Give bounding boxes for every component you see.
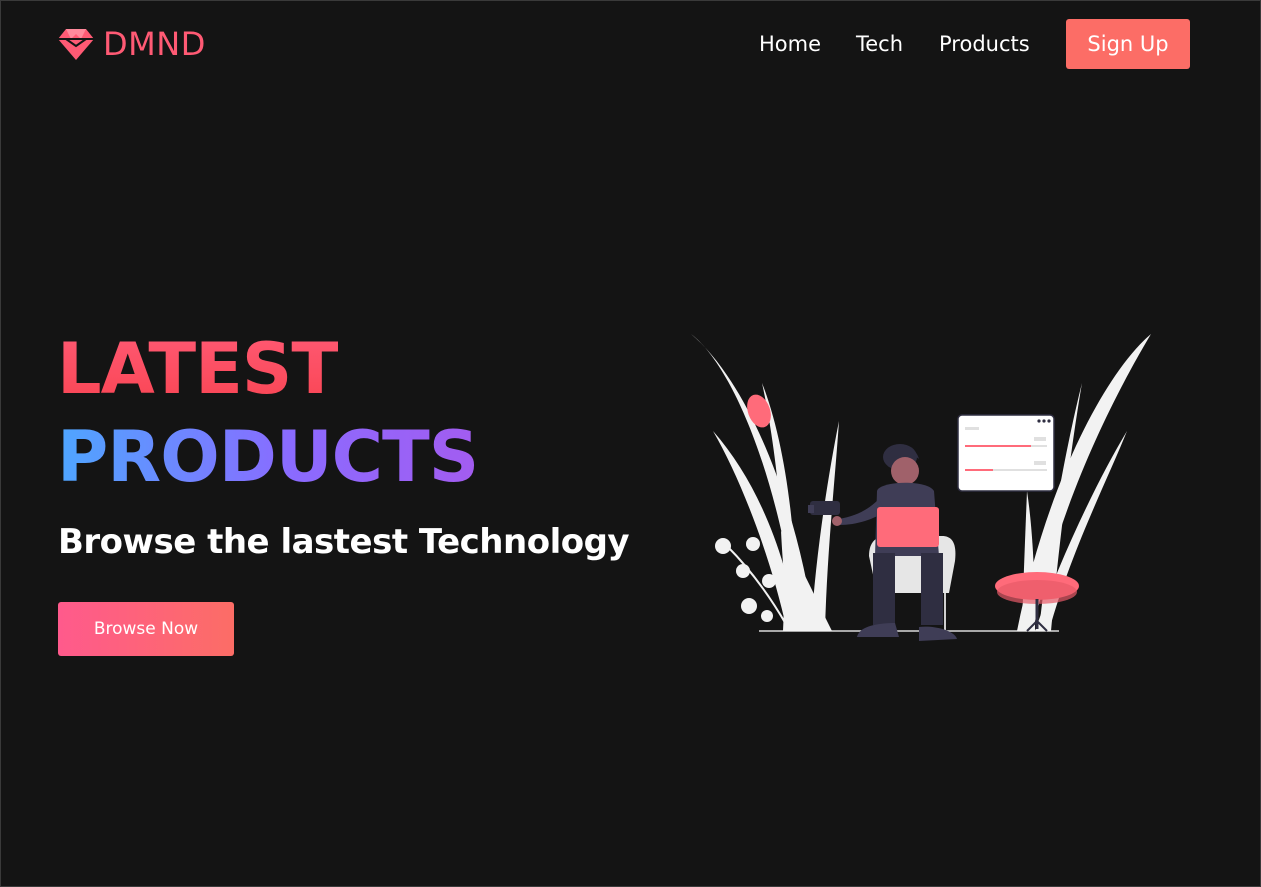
- sign-up-button[interactable]: Sign Up: [1066, 19, 1190, 69]
- nav-home-link[interactable]: Home: [759, 31, 821, 57]
- nav-tech-link[interactable]: Tech: [856, 31, 903, 57]
- browser-window-icon: [957, 414, 1055, 492]
- navbar: DMND Home Tech Products Sign Up: [1, 1, 1260, 91]
- hero-title-latest: LATEST: [57, 328, 339, 410]
- nav-products-link[interactable]: Products: [939, 31, 1030, 57]
- brand-name: DMND: [103, 25, 206, 63]
- diamond-icon: [58, 29, 94, 60]
- hero-subtitle: Browse the lastest Technology: [58, 522, 630, 562]
- brand-logo[interactable]: DMND: [57, 25, 206, 63]
- person-with-laptop-illustration: [691, 334, 1151, 641]
- page-frame: DMND Home Tech Products Sign Up LATEST P…: [0, 0, 1261, 887]
- hero-title-products: PRODUCTS: [57, 416, 479, 498]
- side-table-icon: [995, 572, 1079, 632]
- browse-now-button[interactable]: Browse Now: [58, 602, 234, 656]
